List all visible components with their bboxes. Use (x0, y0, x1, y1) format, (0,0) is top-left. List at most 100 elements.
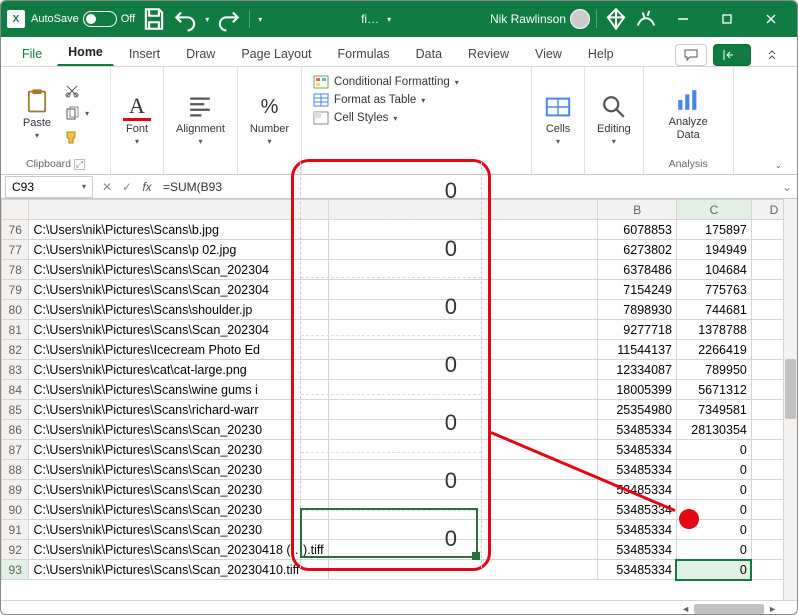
row-header[interactable]: 87 (2, 440, 29, 460)
tab-view[interactable]: View (524, 40, 573, 66)
scroll-thumb[interactable] (785, 359, 796, 419)
cell[interactable]: 0 (676, 480, 751, 500)
row-header[interactable]: 83 (2, 360, 29, 380)
scroll-right-icon[interactable]: ► (764, 604, 781, 614)
cell[interactable]: C:\Users\nik\Pictures\Scans\Scan_202304 (29, 260, 328, 280)
cell[interactable]: 53485334 (598, 560, 677, 580)
cell[interactable]: C:\Users\nik\Pictures\Scans\Scan_20230 (29, 440, 328, 460)
vertical-scrollbar[interactable] (783, 199, 797, 600)
cell[interactable]: 744681 (676, 300, 751, 320)
collapse-ribbon-button[interactable] (757, 44, 787, 66)
cell[interactable]: 53485334 (598, 500, 677, 520)
col-header-c[interactable]: C (676, 200, 751, 220)
cell[interactable]: C:\Users\nik\Pictures\Scans\wine gums i (29, 380, 328, 400)
cells-button[interactable]: Cells ▾ (540, 91, 576, 148)
cell[interactable]: C:\Users\nik\Pictures\Scans\shoulder.jp (29, 300, 328, 320)
cell[interactable]: 5671312 (676, 380, 751, 400)
horizontal-scrollbar[interactable]: ◄ ► (1, 600, 797, 615)
cell[interactable]: C:\Users\nik\Pictures\Scans\Scan_2023041… (29, 540, 328, 560)
row-header[interactable]: 86 (2, 420, 29, 440)
font-button[interactable]: A Font ▾ (119, 91, 155, 148)
cell[interactable]: C:\Users\nik\Pictures\Icecream Photo Ed (29, 340, 328, 360)
row-header[interactable]: 82 (2, 340, 29, 360)
ribbon-expand-icon[interactable]: ⌄ (775, 67, 797, 174)
cell-styles-button[interactable]: Cell Styles ▾ (310, 109, 523, 127)
cell[interactable]: C:\Users\nik\Pictures\Scans\Scan_20230 (29, 500, 328, 520)
tab-home[interactable]: Home (57, 38, 114, 66)
cell[interactable]: 194949 (676, 240, 751, 260)
tab-insert[interactable]: Insert (118, 40, 171, 66)
row-header[interactable]: 85 (2, 400, 29, 420)
row-header[interactable]: 76 (2, 220, 29, 240)
cancel-formula-icon[interactable]: ✕ (97, 180, 117, 194)
row-header[interactable]: 77 (2, 240, 29, 260)
cell[interactable]: C:\Users\nik\Pictures\Scans\p 02.jpg (29, 240, 328, 260)
format-as-table-button[interactable]: Format as Table ▾ (310, 91, 523, 109)
number-button[interactable]: % Number ▾ (246, 91, 293, 148)
cell[interactable]: 6078853 (598, 220, 677, 240)
title-dropdown-icon[interactable]: ▾ (387, 15, 391, 24)
row-header[interactable]: 80 (2, 300, 29, 320)
cell[interactable]: 53485334 (598, 420, 677, 440)
format-painter-button[interactable] (61, 127, 92, 147)
select-all-triangle[interactable] (2, 200, 29, 220)
tab-review[interactable]: Review (457, 40, 520, 66)
tab-draw[interactable]: Draw (175, 40, 226, 66)
maximize-button[interactable] (707, 5, 747, 33)
cell[interactable]: C:\Users\nik\Pictures\Scans\b.jpg (29, 220, 328, 240)
cell[interactable]: 28130354 (676, 420, 751, 440)
cell[interactable]: C:\Users\nik\Pictures\Scans\richard-warr (29, 400, 328, 420)
cell[interactable]: 53485334 (598, 540, 677, 560)
name-box[interactable]: C93▾ (5, 176, 93, 198)
cell[interactable]: 12334087 (598, 360, 677, 380)
cell[interactable]: 7898930 (598, 300, 677, 320)
editing-button[interactable]: Editing ▾ (593, 91, 635, 148)
paste-button[interactable]: Paste ▾ (19, 85, 55, 142)
clipboard-launcher-icon[interactable]: ⤢ (74, 159, 85, 170)
share-button[interactable]: ▾ (713, 44, 751, 66)
undo-button[interactable] (173, 6, 199, 32)
cell[interactable]: 7349581 (676, 400, 751, 420)
conditional-formatting-button[interactable]: Conditional Formatting ▾ (310, 73, 523, 91)
cell[interactable]: 1378788 (676, 320, 751, 340)
cell[interactable]: C:\Users\nik\Pictures\cat\cat-large.png (29, 360, 328, 380)
cell[interactable]: C:\Users\nik\Pictures\Scans\Scan_20230 (29, 420, 328, 440)
cell[interactable]: 0 (676, 440, 751, 460)
cell[interactable]: 53485334 (598, 440, 677, 460)
cell[interactable]: 175897 (676, 220, 751, 240)
cell[interactable]: 6273802 (598, 240, 677, 260)
copy-button[interactable]: ▾ (61, 104, 92, 124)
comments-button[interactable] (675, 44, 707, 66)
cell[interactable]: 9277718 (598, 320, 677, 340)
analyze-data-button[interactable]: Analyze Data (652, 84, 725, 142)
cell[interactable]: 18005399 (598, 380, 677, 400)
row-header[interactable]: 93 (2, 560, 29, 580)
hscroll-thumb[interactable] (694, 604, 764, 614)
cell[interactable]: 7154249 (598, 280, 677, 300)
cell[interactable]: 11544137 (598, 340, 677, 360)
cell[interactable]: 6378486 (598, 260, 677, 280)
cell[interactable]: C:\Users\nik\Pictures\Scans\Scan_2023041… (29, 560, 328, 580)
cell[interactable]: C:\Users\nik\Pictures\Scans\Scan_20230 (29, 460, 328, 480)
enter-formula-icon[interactable]: ✓ (117, 180, 137, 194)
cell[interactable]: 2266419 (676, 340, 751, 360)
redo-button[interactable] (215, 6, 241, 32)
cell[interactable]: C:\Users\nik\Pictures\Scans\Scan_202304 (29, 320, 328, 340)
close-button[interactable] (751, 5, 791, 33)
row-header[interactable]: 78 (2, 260, 29, 280)
undo-dropdown-icon[interactable]: ▾ (205, 15, 209, 24)
cell[interactable]: 775763 (676, 280, 751, 300)
tab-formulas[interactable]: Formulas (327, 40, 401, 66)
cell[interactable]: 104684 (676, 260, 751, 280)
cut-button[interactable] (61, 81, 92, 101)
tab-data[interactable]: Data (405, 40, 453, 66)
row-header[interactable]: 84 (2, 380, 29, 400)
expand-formula-bar-icon[interactable]: ⌄ (777, 180, 797, 194)
row-header[interactable]: 90 (2, 500, 29, 520)
cell[interactable]: 789950 (676, 360, 751, 380)
row-header[interactable]: 79 (2, 280, 29, 300)
row-header[interactable]: 88 (2, 460, 29, 480)
row-header[interactable]: 91 (2, 520, 29, 540)
minimize-button[interactable] (663, 5, 703, 33)
col-header-a[interactable] (29, 200, 328, 220)
